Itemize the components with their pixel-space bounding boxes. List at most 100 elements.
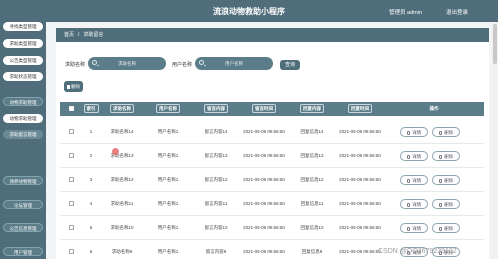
cell-reply-time: 2021-05-09 09:56:50 bbox=[339, 249, 381, 254]
row-checkbox[interactable] bbox=[69, 153, 74, 158]
cell-index: 4 bbox=[89, 201, 93, 206]
current-user-label: 管理员 admin bbox=[389, 10, 423, 16]
select-all-checkbox[interactable] bbox=[69, 106, 74, 111]
cell-message-time: 2021-05-09 09:56:50 bbox=[243, 153, 285, 158]
cell-message-time: 2021-05-09 09:56:50 bbox=[243, 201, 285, 206]
detail-label: 详情 bbox=[412, 130, 422, 135]
sidebar-group-animal-help[interactable]: 动物求助管理 bbox=[3, 97, 43, 106]
breadcrumb-home[interactable]: 首页 bbox=[64, 32, 74, 38]
search-user-input[interactable]: 用户名称 bbox=[195, 57, 273, 70]
table-row: 1 求助名称14 用户名称1 留言内容14 2021-05-09 09:56:50 回复信… bbox=[60, 120, 484, 144]
cell-help-name: 求助名称14 bbox=[110, 129, 134, 134]
cell-index: 1 bbox=[89, 129, 93, 134]
cell-user-name: 用户名称1 bbox=[157, 201, 179, 206]
batch-delete-label: 删除 bbox=[71, 84, 80, 89]
sidebar-item-help-type[interactable]: 求助类型管理 bbox=[3, 39, 43, 48]
delete-button[interactable]: 删除 bbox=[432, 175, 460, 185]
cell-help-name: 求助名称10 bbox=[110, 225, 134, 230]
cell-index: 2 bbox=[89, 153, 93, 158]
header-index: 索引 bbox=[82, 102, 100, 116]
header-reply-time: 回复时间 bbox=[336, 102, 384, 116]
cell-message-time: 2021-05-09 09:56:50 bbox=[243, 249, 285, 254]
detail-icon bbox=[406, 131, 411, 135]
detail-button[interactable]: 详情 bbox=[400, 151, 428, 161]
search-name-label: 求助名称 bbox=[65, 62, 86, 68]
search-icon bbox=[92, 60, 97, 65]
row-checkbox[interactable] bbox=[69, 249, 74, 254]
detail-icon bbox=[406, 227, 411, 231]
cell-reply-time: 2021-05-09 09:56:50 bbox=[339, 129, 381, 134]
scrollbar-thumb[interactable] bbox=[493, 24, 497, 64]
delete-icon bbox=[438, 227, 443, 231]
header-message-time: 留言时间 bbox=[240, 102, 288, 116]
cell-index: 5 bbox=[89, 225, 93, 230]
sidebar-item-search-type[interactable]: 寻找类型管理 bbox=[3, 22, 43, 31]
search-name-input[interactable]: 求助名称 bbox=[88, 57, 166, 70]
cell-message-time: 2021-05-09 09:56:50 bbox=[243, 225, 285, 230]
row-checkbox[interactable] bbox=[69, 129, 74, 134]
delete-label: 删除 bbox=[444, 154, 454, 159]
cell-index: 3 bbox=[89, 177, 93, 182]
detail-button[interactable]: 详情 bbox=[400, 199, 428, 209]
breadcrumb: 首页 / 求助留言 bbox=[56, 28, 489, 42]
delete-button[interactable]: 删除 bbox=[432, 199, 460, 209]
cell-help-name: 求助名称9 bbox=[111, 249, 133, 254]
logout-link[interactable]: 退出登录 bbox=[446, 8, 468, 16]
cell-user-name: 用户名称1 bbox=[157, 225, 179, 230]
cell-message: 留言内容13 bbox=[204, 153, 228, 158]
search-name-placeholder: 求助名称 bbox=[118, 61, 136, 66]
cell-reply: 回复信息12 bbox=[300, 177, 324, 182]
header-reply: 回复内容 bbox=[288, 102, 336, 116]
cell-reply-time: 2021-05-09 09:56:50 bbox=[339, 225, 381, 230]
sidebar-group-adoption[interactable]: 领养动物管理 bbox=[3, 176, 43, 185]
watermark: CSDN @QQ3679239102 bbox=[378, 248, 457, 255]
detail-button[interactable]: 详情 bbox=[400, 127, 428, 137]
delete-button[interactable]: 删除 bbox=[432, 127, 460, 137]
delete-icon bbox=[438, 203, 443, 207]
sidebar-group-notice[interactable]: 公告信息管理 bbox=[3, 223, 43, 232]
cell-reply-time: 2021-05-09 09:56:50 bbox=[339, 153, 381, 158]
table-row: 3 求助名称12 用户名称1 留言内容12 2021-05-09 09:56:50 回复信… bbox=[60, 168, 484, 192]
row-checkbox[interactable] bbox=[69, 201, 74, 206]
delete-icon bbox=[438, 179, 443, 183]
sidebar-item-help-status[interactable]: 求助状态管理 bbox=[3, 72, 43, 81]
cell-help-name: 求助名称13 bbox=[110, 153, 134, 158]
batch-delete-button[interactable]: 删除 bbox=[64, 81, 83, 92]
detail-button[interactable]: 详情 bbox=[400, 175, 428, 185]
search-button[interactable]: 查询 bbox=[280, 60, 300, 70]
detail-icon bbox=[406, 203, 411, 207]
delete-button[interactable]: 删除 bbox=[432, 223, 460, 233]
cell-reply: 回复信息11 bbox=[300, 201, 324, 206]
cell-message: 留言内容9 bbox=[205, 249, 227, 254]
cell-reply-time: 2021-05-09 09:56:50 bbox=[339, 201, 381, 206]
header-message: 留言内容 bbox=[192, 102, 240, 116]
search-user-placeholder: 用户名称 bbox=[225, 61, 243, 66]
cursor-marker bbox=[112, 148, 119, 155]
detail-button[interactable]: 详情 bbox=[400, 223, 428, 233]
cell-reply: 回复信息13 bbox=[300, 153, 324, 158]
cell-help-name: 求助名称12 bbox=[110, 177, 134, 182]
sidebar-item-notice-type[interactable]: 公告类型管理 bbox=[3, 56, 43, 65]
detail-icon bbox=[406, 155, 411, 159]
row-checkbox[interactable] bbox=[69, 177, 74, 182]
delete-label: 删除 bbox=[444, 202, 454, 207]
sidebar-group-forum[interactable]: 论坛管理 bbox=[3, 200, 43, 209]
header-user-name: 用户名称 bbox=[144, 102, 192, 116]
sidebar-item-animal-help[interactable]: 动物求助管理 bbox=[3, 114, 43, 123]
row-checkbox[interactable] bbox=[69, 225, 74, 230]
cell-message-time: 2021-05-09 09:56:50 bbox=[243, 177, 285, 182]
cell-help-name: 求助名称11 bbox=[110, 201, 134, 206]
top-bar: 流浪动物救助小程序 管理员 admin 退出登录 bbox=[0, 0, 498, 22]
trash-icon bbox=[67, 85, 70, 89]
sidebar-item-help-messages[interactable]: 求助留言管理 bbox=[3, 130, 43, 139]
detail-label: 详情 bbox=[412, 202, 422, 207]
table-row: 4 求助名称11 用户名称1 留言内容11 2021-05-09 09:56:50 回复信… bbox=[60, 192, 484, 216]
app-title: 流浪动物救助小程序 bbox=[213, 7, 285, 16]
sidebar-group-users[interactable]: 用户管理 bbox=[3, 247, 43, 256]
detail-icon bbox=[406, 179, 411, 183]
delete-button[interactable]: 删除 bbox=[432, 151, 460, 161]
sidebar: 寻找类型管理 求助类型管理 公告类型管理 求助状态管理 动物求助管理 动物求助管… bbox=[0, 22, 46, 259]
delete-label: 删除 bbox=[444, 226, 454, 231]
cell-message: 留言内容14 bbox=[204, 129, 228, 134]
detail-label: 详情 bbox=[412, 226, 422, 231]
